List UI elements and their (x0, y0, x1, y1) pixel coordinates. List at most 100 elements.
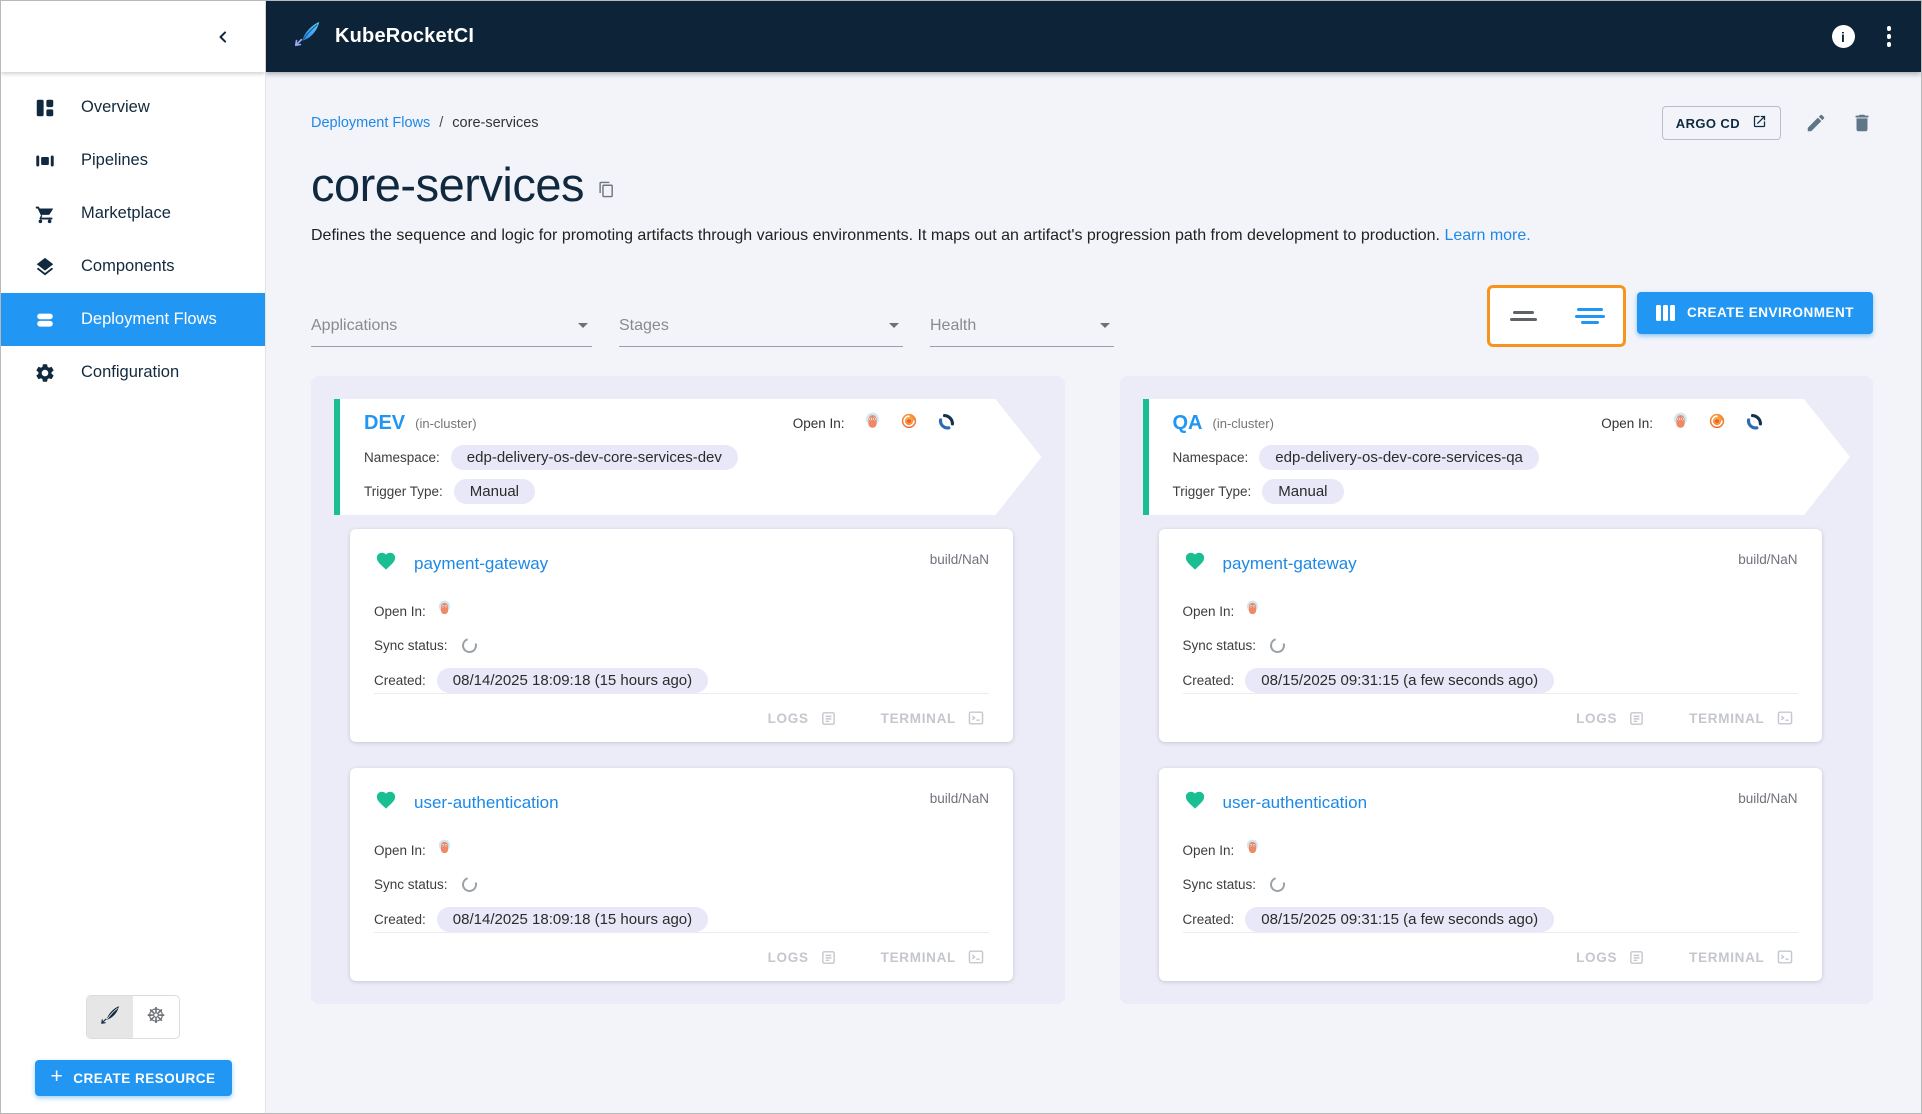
chevron-down-icon (578, 323, 588, 328)
logs-button[interactable]: LOGS (1576, 949, 1645, 966)
sidebar-item-configuration[interactable]: Configuration (1, 346, 265, 399)
ui-mode-toggle: ☸ (86, 995, 180, 1039)
sidebar-item-pipelines[interactable]: Pipelines (1, 134, 265, 187)
opensearch-icon[interactable] (937, 412, 956, 436)
kubernetes-icon: ☸ (146, 1006, 166, 1028)
sidebar-collapse-icon[interactable] (213, 27, 233, 47)
argocd-icon[interactable] (1245, 839, 1260, 861)
stages-filter-select[interactable]: Stages (619, 317, 903, 347)
logs-label: LOGS (768, 711, 809, 726)
edit-button[interactable] (1805, 112, 1827, 134)
trigger-type-label: Trigger Type: (1173, 484, 1252, 499)
page-description: Defines the sequence and logic for promo… (311, 227, 1873, 245)
application-name-link[interactable]: user-authentication (414, 793, 559, 813)
environment-groups: DEV (in-cluster) Open In: Namespace: edp… (311, 376, 1873, 1004)
detailed-view-button[interactable] (1557, 288, 1624, 344)
sidebar-item-components[interactable]: Components (1, 240, 265, 293)
sync-status-label: Sync status: (374, 877, 448, 892)
argocd-icon[interactable] (1672, 412, 1689, 436)
open-in-label: Open In: (374, 604, 426, 619)
main-content: Deployment Flows / core-services ARGO CD (266, 72, 1921, 1113)
environment-header-card: QA (in-cluster) Open In: Namespace: edp-… (1143, 399, 1851, 515)
environment-name-link[interactable]: DEV (364, 412, 405, 435)
terminal-button[interactable]: TERMINAL (1689, 710, 1793, 726)
health-filter-label: Health (930, 317, 976, 334)
view-density-toggle (1487, 285, 1626, 347)
environment-header-card: DEV (in-cluster) Open In: Namespace: edp… (334, 399, 1042, 515)
title-row: core-services (311, 157, 1873, 212)
chevron-down-icon (1100, 323, 1110, 328)
health-filter-select[interactable]: Health (930, 317, 1114, 347)
delete-button[interactable] (1851, 112, 1873, 134)
info-icon[interactable]: i (1832, 25, 1855, 48)
sidebar-item-overview[interactable]: Overview (1, 81, 265, 134)
detailed-view-icon (1577, 308, 1603, 311)
sidebar-item-label: Components (81, 257, 175, 276)
terminal-label: TERMINAL (881, 711, 956, 726)
terminal-icon (967, 949, 985, 965)
grafana-icon[interactable] (1708, 412, 1726, 435)
health-heart-icon (1183, 789, 1207, 816)
environment-name-link[interactable]: QA (1173, 412, 1203, 435)
created-label: Created: (1183, 912, 1235, 927)
breadcrumb-parent-link[interactable]: Deployment Flows (311, 115, 430, 131)
logs-button[interactable]: LOGS (1576, 710, 1645, 727)
app-title: KubeRocketCI (335, 25, 474, 48)
argocd-icon[interactable] (864, 412, 881, 436)
logs-icon (820, 710, 837, 727)
application-footer: LOGS TERMINAL (374, 693, 989, 742)
terminal-button[interactable]: TERMINAL (1689, 949, 1793, 965)
terminal-button[interactable]: TERMINAL (881, 949, 985, 965)
argocd-button[interactable]: ARGO CD (1662, 106, 1781, 140)
sync-status-icon (459, 635, 479, 655)
grafana-icon[interactable] (900, 412, 918, 435)
opensearch-icon[interactable] (1745, 412, 1764, 436)
argocd-icon[interactable] (437, 600, 452, 622)
terminal-button[interactable]: TERMINAL (881, 710, 985, 726)
page-head-actions: ARGO CD (1662, 106, 1873, 140)
application-name-link[interactable]: user-authentication (1223, 793, 1368, 813)
application-card: user-authentication build/NaN Open In: S… (1159, 768, 1822, 981)
kuberocketci-mode-button[interactable] (87, 996, 133, 1038)
copy-icon[interactable] (598, 181, 615, 198)
application-header: user-authentication build/NaN (1183, 789, 1798, 816)
breadcrumb-current: core-services (452, 115, 538, 131)
applications-filter-label: Applications (311, 317, 397, 334)
sync-status-row: Sync status: (374, 635, 989, 655)
application-name-link[interactable]: payment-gateway (414, 554, 548, 574)
environment-open-in: Open In: (793, 412, 956, 436)
namespace-row: Namespace: edp-delivery-os-dev-core-serv… (1173, 445, 1765, 470)
kubernetes-mode-button[interactable]: ☸ (133, 996, 179, 1038)
logs-icon (1628, 949, 1645, 966)
compact-view-button[interactable] (1490, 288, 1557, 344)
sidebar-item-deployment-flows[interactable]: Deployment Flows (1, 293, 265, 346)
trigger-type-row: Trigger Type: Manual (1173, 479, 1765, 504)
kebab-menu-icon[interactable] (1883, 22, 1896, 51)
sidebar-item-label: Deployment Flows (81, 310, 217, 329)
logs-button[interactable]: LOGS (768, 710, 837, 727)
learn-more-link[interactable]: Learn more. (1444, 227, 1530, 244)
create-resource-button[interactable]: + CREATE RESOURCE (35, 1060, 232, 1096)
trigger-type-label: Trigger Type: (364, 484, 443, 499)
namespace-chip: edp-delivery-os-dev-core-services-dev (451, 445, 738, 470)
logs-icon (1628, 710, 1645, 727)
create-environment-button[interactable]: CREATE ENVIRONMENT (1637, 292, 1873, 334)
argocd-icon[interactable] (1245, 600, 1260, 622)
applications-filter-select[interactable]: Applications (311, 317, 592, 347)
toolbar-right: CREATE ENVIRONMENT (1487, 285, 1873, 347)
argocd-icon[interactable] (437, 839, 452, 861)
sidebar-item-label: Configuration (81, 363, 179, 382)
logs-button[interactable]: LOGS (768, 949, 837, 966)
sidebar-nav: Overview Pipelines Marketplace Component… (1, 72, 265, 399)
application-build: build/NaN (1738, 789, 1797, 806)
sync-status-row: Sync status: (374, 874, 989, 894)
sidebar-item-label: Marketplace (81, 204, 171, 223)
sidebar-item-marketplace[interactable]: Marketplace (1, 187, 265, 240)
open-in-label: Open In: (1183, 604, 1235, 619)
feather-icon (99, 1004, 121, 1031)
namespace-row: Namespace: edp-delivery-os-dev-core-serv… (364, 445, 956, 470)
trigger-type-chip: Manual (1262, 479, 1343, 504)
application-details: Open In: Sync status: Created: 08/14/202… (374, 600, 989, 693)
open-in-label: Open In: (374, 843, 426, 858)
application-name-link[interactable]: payment-gateway (1223, 554, 1357, 574)
